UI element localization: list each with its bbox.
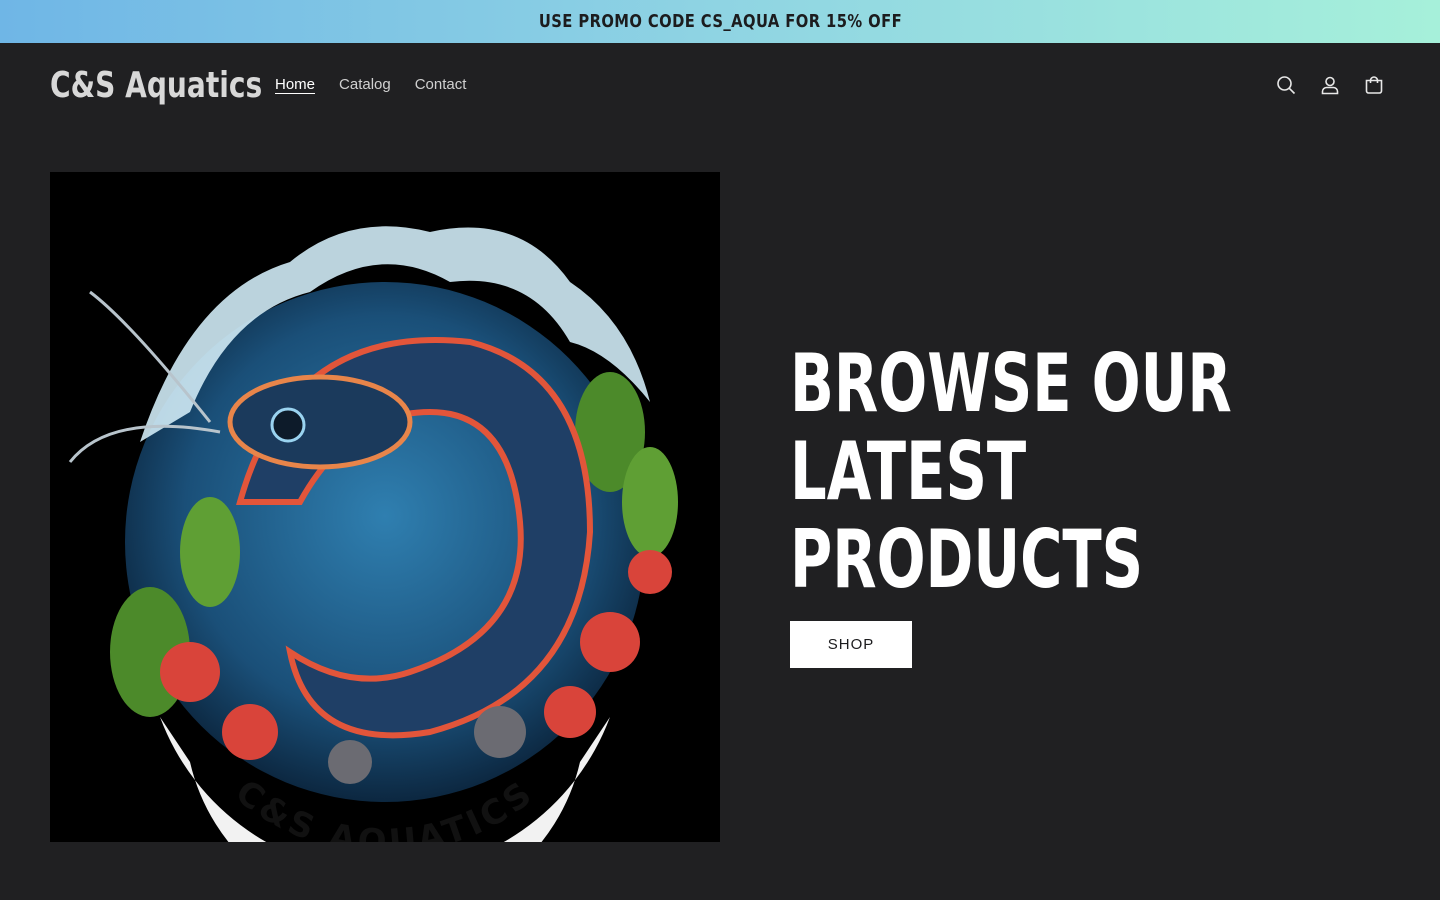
nav-home[interactable]: Home — [275, 76, 315, 93]
search-icon[interactable] — [1276, 73, 1296, 97]
announcement-bar: USE PROMO CODE CS_AQUA FOR 15% OFF — [0, 0, 1440, 43]
hero-text-block: BROWSE OUR LATEST PRODUCTS — [790, 340, 1390, 604]
site-header: C&S Aquatics Home Catalog Contact — [0, 43, 1440, 131]
nav-contact[interactable]: Contact — [415, 76, 467, 93]
hero-title-line-3: PRODUCTS — [790, 513, 1144, 606]
announcement-text: USE PROMO CODE CS_AQUA FOR 15% OFF — [538, 11, 902, 32]
account-icon[interactable] — [1320, 73, 1340, 97]
main-nav: Home Catalog Contact — [275, 76, 466, 93]
hero-title-line-2: LATEST — [790, 425, 1027, 518]
cart-icon[interactable] — [1364, 73, 1384, 97]
shop-button[interactable]: SHOP — [790, 621, 912, 668]
hero-title: BROWSE OUR LATEST PRODUCTS — [790, 337, 1232, 606]
shrimp-logo-illustration: C&S AQUATICS — [68, 226, 678, 842]
site-logo[interactable]: C&S Aquatics — [50, 65, 262, 106]
hero-image: C&S AQUATICS — [50, 172, 720, 842]
header-icons — [1276, 73, 1384, 97]
nav-catalog[interactable]: Catalog — [339, 76, 391, 93]
hero-title-line-1: BROWSE OUR — [790, 337, 1232, 430]
